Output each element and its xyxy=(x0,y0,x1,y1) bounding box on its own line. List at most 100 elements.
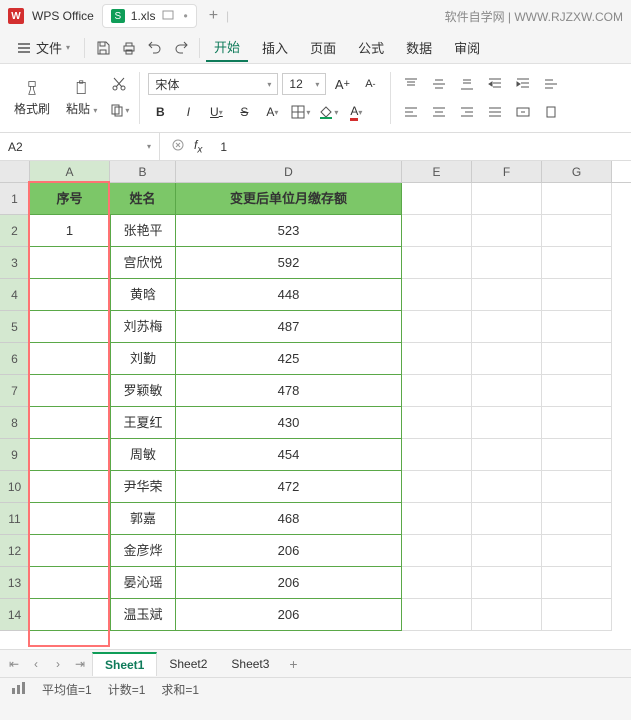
cell[interactable] xyxy=(402,247,472,279)
row-header[interactable]: 6 xyxy=(0,343,30,375)
save-button[interactable] xyxy=(91,36,115,60)
add-sheet-button[interactable]: + xyxy=(283,654,303,674)
cell[interactable] xyxy=(542,407,612,439)
cells-area[interactable]: 序号姓名变更后单位月缴存额1张艳平523宫欣悦592黄晗448刘苏梅487刘勤4… xyxy=(30,183,631,631)
cell[interactable]: 刘勤 xyxy=(110,343,176,375)
cell[interactable] xyxy=(402,471,472,503)
row-header[interactable]: 14 xyxy=(0,599,30,631)
row-header[interactable]: 4 xyxy=(0,279,30,311)
align-justify-button[interactable] xyxy=(483,100,507,124)
cell[interactable] xyxy=(402,407,472,439)
format-brush-button[interactable]: 格式刷 xyxy=(8,74,56,121)
font-more-button[interactable]: A ▾ xyxy=(260,100,284,124)
cell[interactable] xyxy=(472,567,542,599)
cell[interactable] xyxy=(472,311,542,343)
cell[interactable] xyxy=(30,471,110,503)
cell[interactable] xyxy=(472,215,542,247)
cell[interactable]: 罗颖敏 xyxy=(110,375,176,407)
cell[interactable] xyxy=(402,567,472,599)
cell[interactable] xyxy=(472,407,542,439)
cancel-formula-icon[interactable] xyxy=(170,137,186,156)
row-header[interactable]: 7 xyxy=(0,375,30,407)
row-header[interactable]: 12 xyxy=(0,535,30,567)
cell[interactable] xyxy=(30,599,110,631)
cell[interactable] xyxy=(402,215,472,247)
menu-tab-数据[interactable]: 数据 xyxy=(398,33,440,62)
cell[interactable]: 姓名 xyxy=(110,183,176,215)
name-box[interactable]: A2 ▾ xyxy=(0,133,160,160)
cell[interactable]: 晏沁瑶 xyxy=(110,567,176,599)
align-top-button[interactable] xyxy=(399,72,423,96)
cell[interactable] xyxy=(30,439,110,471)
copy-button[interactable]: ▾ xyxy=(107,98,131,122)
cell[interactable]: 454 xyxy=(176,439,402,471)
cell[interactable] xyxy=(30,247,110,279)
cell[interactable] xyxy=(30,535,110,567)
cell[interactable] xyxy=(472,439,542,471)
row-header[interactable]: 5 xyxy=(0,311,30,343)
cell[interactable] xyxy=(542,279,612,311)
cell[interactable] xyxy=(30,375,110,407)
row-header[interactable]: 8 xyxy=(0,407,30,439)
cell[interactable]: 592 xyxy=(176,247,402,279)
cell[interactable] xyxy=(472,599,542,631)
cell[interactable] xyxy=(542,183,612,215)
cell[interactable]: 206 xyxy=(176,535,402,567)
cell[interactable]: 尹华荣 xyxy=(110,471,176,503)
cell[interactable] xyxy=(472,183,542,215)
cell[interactable] xyxy=(30,567,110,599)
align-left-button[interactable] xyxy=(399,100,423,124)
cell[interactable] xyxy=(30,279,110,311)
column-header-F[interactable]: F xyxy=(472,161,542,182)
cell[interactable] xyxy=(542,311,612,343)
column-header-B[interactable]: B xyxy=(110,161,176,182)
cell[interactable]: 变更后单位月缴存额 xyxy=(176,183,402,215)
borders-button[interactable]: ▾ xyxy=(288,100,312,124)
sheet-nav-first[interactable]: ⇤ xyxy=(4,654,24,674)
wrap-text-button[interactable] xyxy=(539,72,563,96)
cell[interactable] xyxy=(402,439,472,471)
orientation-button[interactable] xyxy=(539,100,563,124)
menu-tab-页面[interactable]: 页面 xyxy=(302,33,344,62)
row-header[interactable]: 11 xyxy=(0,503,30,535)
print-button[interactable] xyxy=(117,36,141,60)
fill-color-button[interactable]: ▾ xyxy=(316,100,340,124)
cut-button[interactable] xyxy=(107,72,131,96)
row-header[interactable]: 1 xyxy=(0,183,30,215)
row-header[interactable]: 2 xyxy=(0,215,30,247)
cell[interactable]: 478 xyxy=(176,375,402,407)
cell[interactable]: 周敏 xyxy=(110,439,176,471)
cell[interactable]: 448 xyxy=(176,279,402,311)
hamburger-menu[interactable]: 文件 ▾ xyxy=(8,34,78,61)
cell[interactable]: 472 xyxy=(176,471,402,503)
menu-tab-公式[interactable]: 公式 xyxy=(350,33,392,62)
cell[interactable]: 王夏红 xyxy=(110,407,176,439)
menu-tab-审阅[interactable]: 审阅 xyxy=(446,33,488,62)
redo-button[interactable] xyxy=(169,36,193,60)
align-bottom-button[interactable] xyxy=(455,72,479,96)
cell[interactable] xyxy=(542,439,612,471)
sheet-tab[interactable]: Sheet3 xyxy=(219,652,281,676)
font-color-button[interactable]: A▾ xyxy=(344,100,368,124)
cell[interactable] xyxy=(542,343,612,375)
tab-dot-icon[interactable]: • xyxy=(183,9,187,23)
undo-button[interactable] xyxy=(143,36,167,60)
bold-button[interactable]: B xyxy=(148,100,172,124)
row-header[interactable]: 10 xyxy=(0,471,30,503)
sheet-nav-last[interactable]: ⇥ xyxy=(70,654,90,674)
decrease-font-button[interactable]: A- xyxy=(358,72,382,96)
cell[interactable] xyxy=(402,535,472,567)
select-all-corner[interactable] xyxy=(0,161,30,182)
cell[interactable] xyxy=(542,503,612,535)
cell[interactable]: 523 xyxy=(176,215,402,247)
row-header[interactable]: 13 xyxy=(0,567,30,599)
cell[interactable]: 宫欣悦 xyxy=(110,247,176,279)
merge-cells-button[interactable] xyxy=(511,100,535,124)
cell[interactable]: 487 xyxy=(176,311,402,343)
sheet-tab[interactable]: Sheet2 xyxy=(157,652,219,676)
cell[interactable] xyxy=(542,247,612,279)
cell[interactable] xyxy=(402,375,472,407)
font-size-select[interactable]: 12▾ xyxy=(282,73,326,95)
cell[interactable] xyxy=(472,471,542,503)
cell[interactable] xyxy=(402,599,472,631)
